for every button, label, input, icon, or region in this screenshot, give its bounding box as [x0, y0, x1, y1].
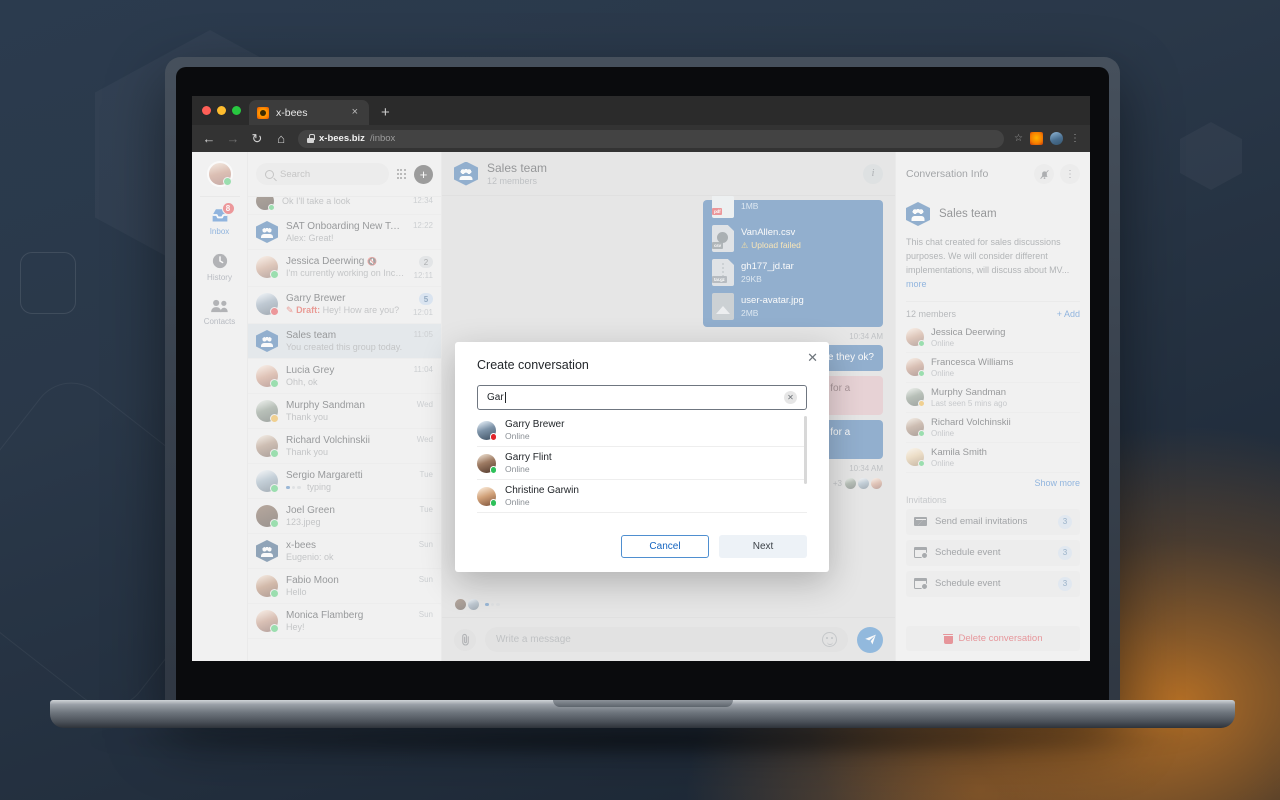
toolbar-icons: ☆ ⋮ [1014, 132, 1080, 145]
back-icon[interactable]: ← [202, 131, 216, 146]
home-icon[interactable]: ⌂ [274, 131, 288, 146]
result-status: Online [505, 464, 530, 474]
new-tab-button[interactable]: + [369, 100, 402, 125]
clear-input-icon[interactable]: ✕ [784, 391, 797, 404]
create-conversation-dialog: ✕ Create conversation Gar ✕ Garry Brewer… [455, 342, 829, 572]
presence-indicator [489, 499, 497, 507]
laptop-base [50, 700, 1235, 728]
url-domain: x-bees.biz [319, 133, 365, 144]
extension-icon[interactable] [1030, 132, 1043, 145]
result-name: Garry Brewer [505, 419, 565, 430]
browser-menu-icon[interactable]: ⋮ [1070, 133, 1080, 144]
search-results-list[interactable]: Garry Brewer Online Garry Flint Online C… [477, 414, 807, 524]
browser-profile-avatar[interactable] [1050, 132, 1063, 145]
result-name: Christine Garwin [505, 485, 579, 496]
url-path: /inbox [369, 133, 396, 144]
browser-toolbar: ← → ↻ ⌂ x-bees.biz /inbox ☆ ⋮ [192, 125, 1090, 152]
forward-icon[interactable]: → [226, 131, 240, 146]
lock-icon [307, 134, 315, 143]
laptop-mockup: x-bees × + ← → ↻ ⌂ x-bees.biz /inbox ☆ ⋮ [0, 0, 1280, 800]
x-bees-app: Inbox 8 History [192, 152, 1090, 661]
input-value: Gar [487, 392, 504, 403]
presence-indicator [489, 433, 497, 441]
browser-tab[interactable]: x-bees × [249, 100, 369, 125]
avatar [477, 453, 497, 474]
minimize-window-dot[interactable] [217, 106, 226, 115]
presence-indicator [489, 466, 497, 474]
tab-title: x-bees [276, 106, 308, 119]
bookmark-star-icon[interactable]: ☆ [1014, 133, 1023, 144]
result-name: Garry Flint [505, 452, 552, 463]
result-status: Online [505, 431, 530, 441]
cancel-button[interactable]: Cancel [621, 535, 709, 558]
next-button[interactable]: Next [719, 535, 807, 558]
favicon-icon [257, 106, 269, 119]
laptop-shadow [90, 724, 1200, 758]
result-status: Online [505, 497, 530, 507]
reload-icon[interactable]: ↻ [250, 131, 264, 147]
maximize-window-dot[interactable] [232, 106, 241, 115]
dialog-title: Create conversation [477, 358, 589, 372]
results-scrollbar[interactable] [804, 416, 807, 484]
avatar [477, 486, 497, 507]
dialog-actions: Cancel Next [477, 524, 807, 558]
browser-tab-bar: x-bees × + [192, 96, 1090, 125]
avatar [477, 420, 497, 441]
contact-search-input[interactable]: Gar ✕ [477, 385, 807, 410]
list-item[interactable]: Garry Flint Online [477, 447, 807, 480]
list-item[interactable]: Christine Garwin Online [477, 480, 807, 513]
list-item[interactable]: Garry Brewer Online [477, 414, 807, 447]
browser-window: x-bees × + ← → ↻ ⌂ x-bees.biz /inbox ☆ ⋮ [192, 96, 1090, 661]
close-window-dot[interactable] [202, 106, 211, 115]
window-controls[interactable] [200, 96, 249, 125]
close-tab-icon[interactable]: × [349, 105, 361, 120]
text-caret [504, 392, 506, 403]
address-bar[interactable]: x-bees.biz /inbox [298, 129, 1005, 148]
close-icon[interactable]: ✕ [807, 351, 818, 364]
